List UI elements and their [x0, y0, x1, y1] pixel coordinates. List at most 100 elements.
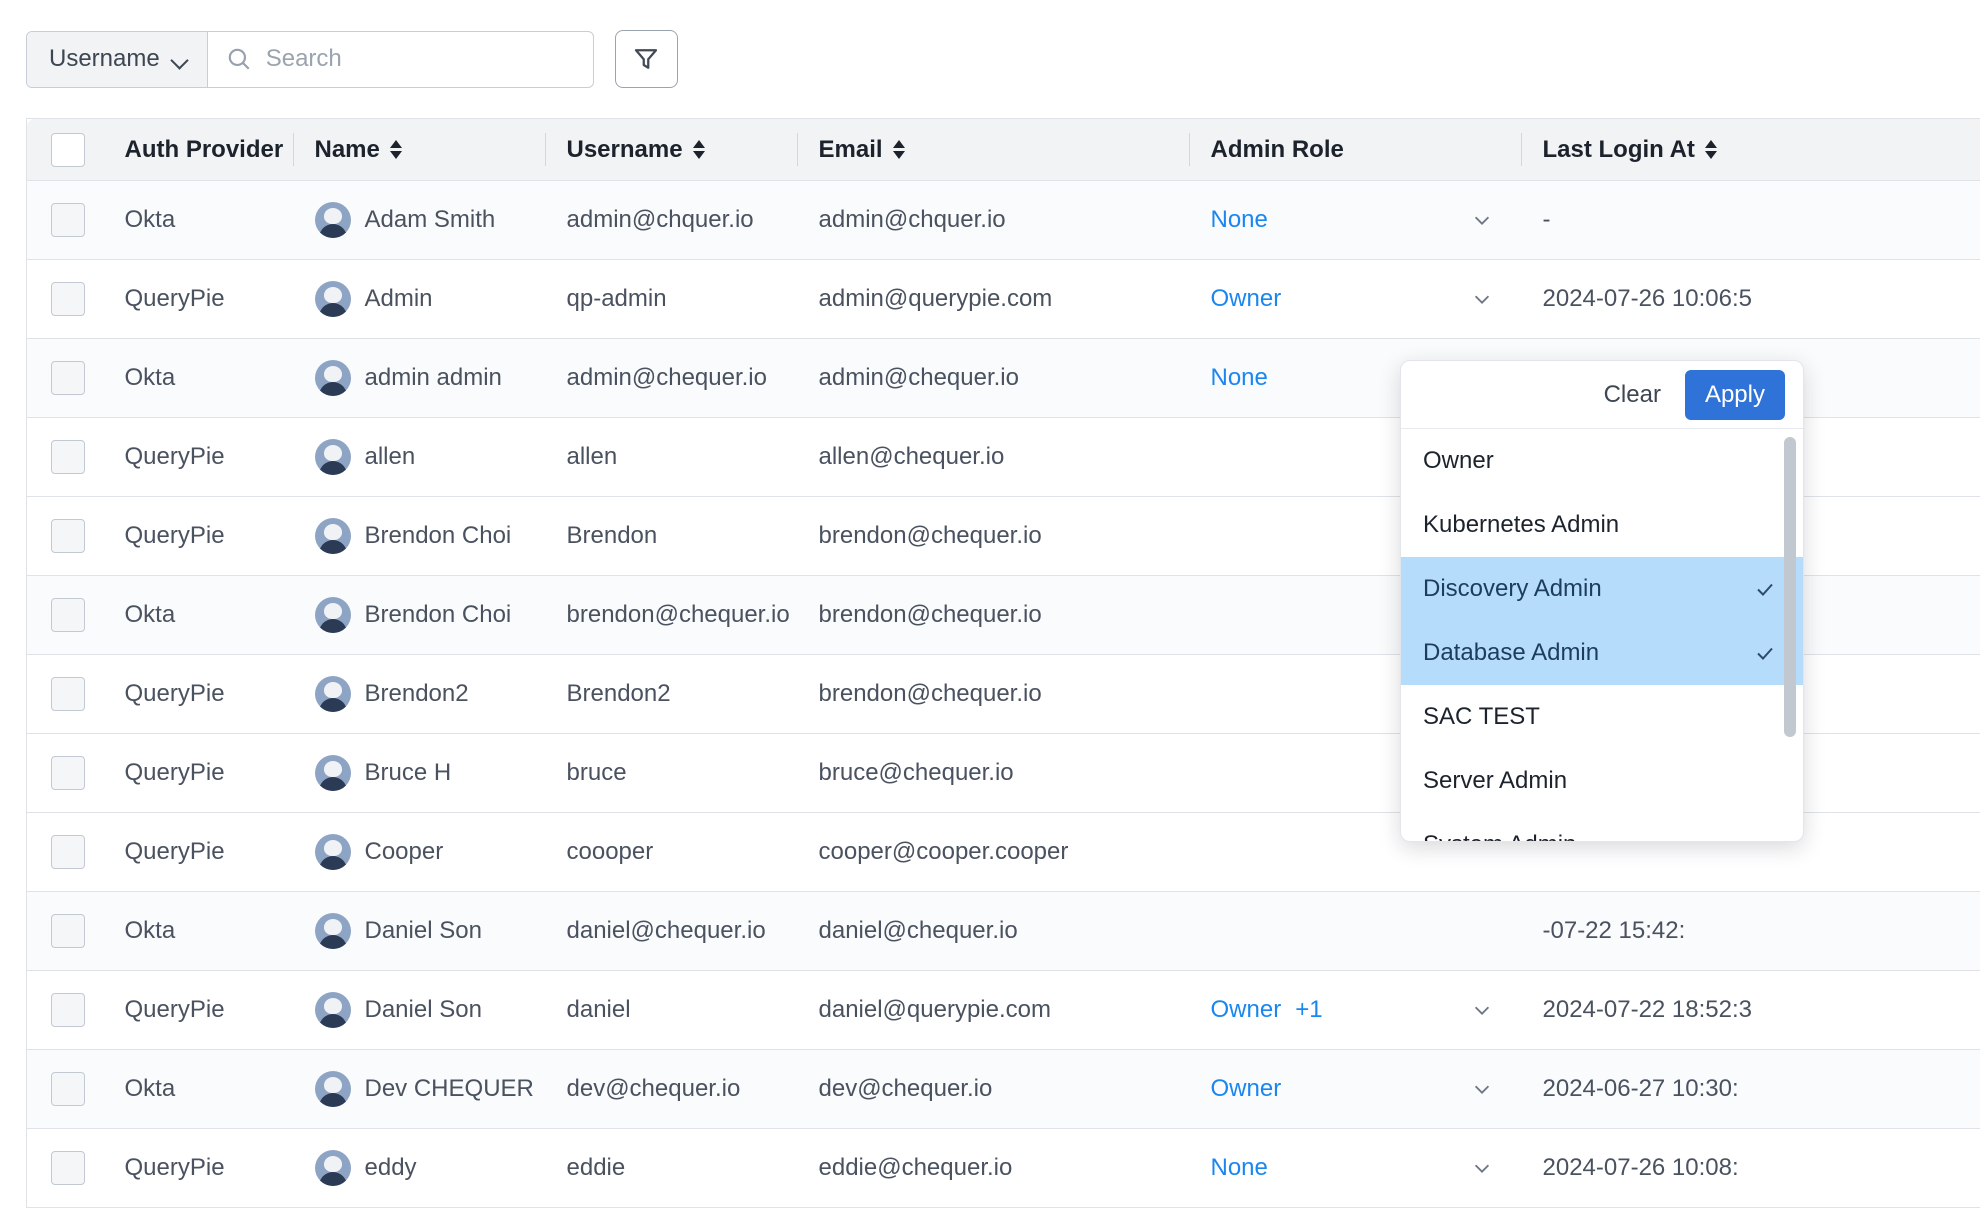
row-select-cell — [27, 813, 103, 892]
row-checkbox[interactable] — [51, 440, 85, 474]
cell-auth-provider: QueryPie — [103, 1129, 293, 1208]
row-select-cell — [27, 1129, 103, 1208]
admin-role-value[interactable]: Owner — [1211, 996, 1282, 1023]
email-value: admin@chequer.io — [819, 364, 1019, 391]
cell-name: Admin — [293, 260, 545, 339]
auth-provider-value: Okta — [125, 364, 176, 391]
cell-auth-provider: Okta — [103, 339, 293, 418]
role-option[interactable]: System Admin — [1401, 813, 1803, 841]
column-header-last-login-at[interactable]: Last Login At — [1521, 119, 1980, 181]
chevron-down-icon[interactable] — [1471, 1078, 1493, 1100]
row-checkbox[interactable] — [51, 361, 85, 395]
role-option-label: Server Admin — [1423, 767, 1567, 795]
dropdown-scrollbar[interactable] — [1784, 437, 1796, 737]
row-select-cell — [27, 181, 103, 260]
row-checkbox[interactable] — [51, 598, 85, 632]
row-select-cell — [27, 734, 103, 813]
clear-button[interactable]: Clear — [1590, 375, 1675, 415]
row-checkbox[interactable] — [51, 756, 85, 790]
admin-role-value[interactable]: Owner — [1211, 285, 1282, 312]
filter-button[interactable] — [615, 30, 678, 88]
column-header-admin-role[interactable]: Admin Role — [1189, 119, 1521, 181]
cell-name: allen — [293, 418, 545, 497]
row-checkbox[interactable] — [51, 1151, 85, 1185]
role-option[interactable]: SAC TEST — [1401, 685, 1803, 749]
cell-name: eddy — [293, 1129, 545, 1208]
cell-email: daniel@querypie.com — [797, 971, 1189, 1050]
admin-role-dropdown: Clear Apply OwnerKubernetes AdminDiscove… — [1400, 360, 1804, 842]
email-value: brendon@chequer.io — [819, 601, 1042, 628]
column-header-email[interactable]: Email — [797, 119, 1189, 181]
role-option-list[interactable]: OwnerKubernetes AdminDiscovery AdminData… — [1401, 429, 1803, 841]
cell-username: qp-admin — [545, 260, 797, 339]
cell-username: dev@chequer.io — [545, 1050, 797, 1129]
sort-icon[interactable] — [893, 140, 905, 159]
row-checkbox[interactable] — [51, 519, 85, 553]
avatar — [315, 281, 351, 317]
username-value: admin@chquer.io — [567, 206, 754, 233]
username-value: daniel@chequer.io — [567, 917, 766, 944]
column-header-auth-provider[interactable]: Auth Provider — [103, 119, 293, 181]
cell-auth-provider: Okta — [103, 576, 293, 655]
username-value: dev@chequer.io — [567, 1075, 741, 1102]
auth-provider-value: QueryPie — [125, 759, 225, 786]
row-checkbox[interactable] — [51, 914, 85, 948]
cell-auth-provider: Okta — [103, 892, 293, 971]
row-checkbox[interactable] — [51, 1072, 85, 1106]
row-select-cell — [27, 655, 103, 734]
sort-icon[interactable] — [693, 140, 705, 159]
cell-username: Brendon — [545, 497, 797, 576]
cell-auth-provider: QueryPie — [103, 734, 293, 813]
table-row[interactable]: OktaDaniel Sondaniel@chequer.iodaniel@ch… — [27, 892, 1980, 971]
table-row[interactable]: OktaAdam Smithadmin@chquer.ioadmin@chque… — [27, 181, 1980, 260]
row-checkbox[interactable] — [51, 835, 85, 869]
username-value: Brendon2 — [567, 680, 671, 707]
cell-username: brendon@chequer.io — [545, 576, 797, 655]
row-checkbox[interactable] — [51, 282, 85, 316]
role-option[interactable]: Kubernetes Admin — [1401, 493, 1803, 557]
admin-role-value[interactable]: None — [1211, 1154, 1268, 1181]
role-option[interactable]: Owner — [1401, 429, 1803, 493]
sort-icon[interactable] — [1705, 140, 1717, 159]
check-icon — [1753, 641, 1777, 665]
table-row[interactable]: QueryPieeddyeddieeddie@chequer.ioNone202… — [27, 1129, 1980, 1208]
select-all-checkbox[interactable] — [51, 133, 85, 167]
username-value: allen — [567, 443, 618, 470]
role-option[interactable]: Discovery Admin — [1401, 557, 1803, 621]
table-row[interactable]: QueryPieDaniel Sondanieldaniel@querypie.… — [27, 971, 1980, 1050]
admin-role-value[interactable]: Owner — [1211, 1075, 1282, 1102]
role-option[interactable]: Server Admin — [1401, 749, 1803, 813]
cell-name: admin admin — [293, 339, 545, 418]
admin-role-value[interactable]: None — [1211, 364, 1268, 391]
auth-provider-value: Okta — [125, 1075, 176, 1102]
search-field-select[interactable]: Username — [27, 32, 208, 87]
table-row[interactable]: OktaDev CHEQUERdev@chequer.iodev@chequer… — [27, 1050, 1980, 1129]
chevron-down-icon[interactable] — [1471, 1157, 1493, 1179]
user-name-value: Cooper — [365, 838, 444, 866]
row-checkbox[interactable] — [51, 203, 85, 237]
cell-admin-role — [1189, 892, 1521, 971]
auth-provider-value: Okta — [125, 601, 176, 628]
email-value: eddie@chequer.io — [819, 1154, 1013, 1181]
search-input[interactable] — [266, 45, 575, 73]
chevron-down-icon[interactable] — [1471, 209, 1493, 231]
chevron-down-icon[interactable] — [1471, 288, 1493, 310]
sort-icon[interactable] — [390, 140, 402, 159]
row-checkbox[interactable] — [51, 677, 85, 711]
chevron-down-icon — [172, 52, 187, 67]
row-select-cell — [27, 418, 103, 497]
user-name-value: Dev CHEQUER — [365, 1075, 534, 1103]
cell-email: brendon@chequer.io — [797, 655, 1189, 734]
role-option[interactable]: Database Admin — [1401, 621, 1803, 685]
cell-name: Daniel Son — [293, 971, 545, 1050]
apply-button[interactable]: Apply — [1685, 370, 1785, 420]
cell-email: allen@chequer.io — [797, 418, 1189, 497]
admin-role-value[interactable]: None — [1211, 206, 1268, 233]
column-header-name[interactable]: Name — [293, 119, 545, 181]
cell-name: Adam Smith — [293, 181, 545, 260]
column-header-username[interactable]: Username — [545, 119, 797, 181]
row-checkbox[interactable] — [51, 993, 85, 1027]
table-row[interactable]: QueryPieAdminqp-adminadmin@querypie.comO… — [27, 260, 1980, 339]
search-icon — [226, 46, 252, 72]
chevron-down-icon[interactable] — [1471, 999, 1493, 1021]
